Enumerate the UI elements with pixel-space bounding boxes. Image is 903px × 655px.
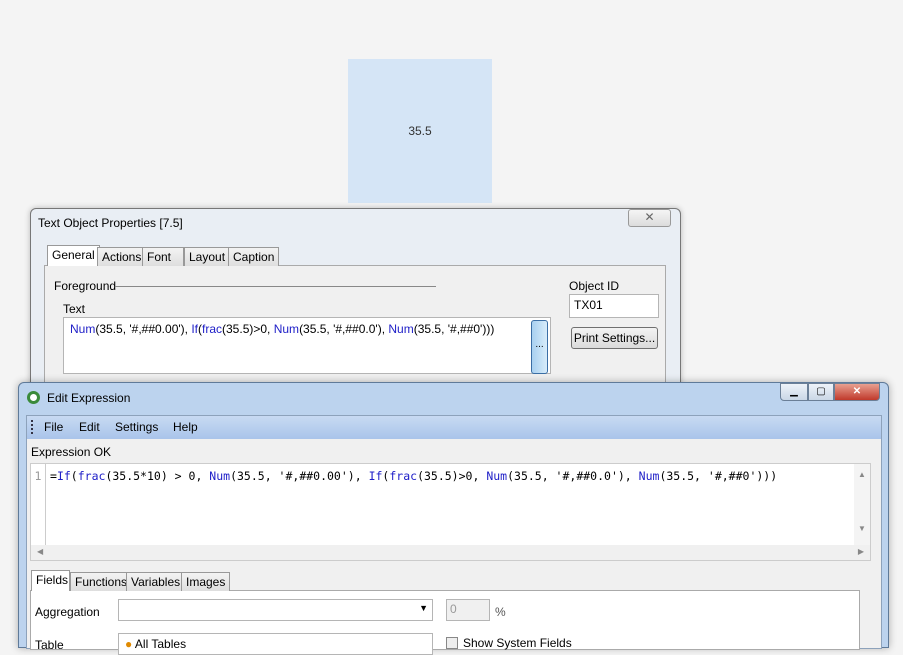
- table-label: Table: [35, 638, 64, 652]
- edit-expression-window: Edit Expression ▁ ▢ ✕ File Edit Settings…: [18, 382, 889, 655]
- function-token: frac: [77, 469, 106, 483]
- expression-token: (35.5)>0,: [417, 469, 487, 483]
- divider: [115, 286, 436, 287]
- expression-token: (35.5, '#,##0.0'),: [299, 322, 389, 336]
- tab-general[interactable]: General: [47, 245, 100, 266]
- menu-settings[interactable]: Settings: [115, 420, 158, 434]
- qlikview-logo-icon: [27, 391, 40, 404]
- menu-bar: File Edit Settings Help: [27, 416, 881, 439]
- aggregation-select[interactable]: ▼: [118, 599, 433, 621]
- close-button[interactable]: ✕: [628, 209, 671, 227]
- aggregation-label: Aggregation: [35, 605, 100, 619]
- function-token: Num: [388, 322, 414, 336]
- window-title: Edit Expression: [47, 391, 131, 405]
- expression-token: (35.5, '#,##0.00'),: [95, 322, 192, 336]
- tab-layout[interactable]: Layout: [184, 247, 231, 266]
- expression-token: (35.5, '#,##0.0'),: [507, 469, 639, 483]
- tab-actions[interactable]: Actions: [97, 247, 147, 266]
- expression-token: (35.5*10) > 0,: [105, 469, 210, 483]
- table-icon: ●: [125, 637, 133, 651]
- show-system-fields-checkbox[interactable]: [446, 637, 458, 649]
- close-button[interactable]: ✕: [834, 383, 880, 401]
- line-number: 1: [31, 464, 46, 546]
- tab-fields[interactable]: Fields: [31, 570, 70, 591]
- general-tab-panel: General Actions Font Layout Caption Fore…: [44, 245, 666, 399]
- tab-functions[interactable]: Functions: [70, 572, 133, 591]
- text-object-properties-dialog: Text Object Properties [7.5] ✕ General A…: [30, 208, 681, 399]
- expression-editor[interactable]: 1 =If(frac(35.5*10) > 0, Num(35.5, '#,##…: [30, 463, 871, 561]
- function-token: If: [56, 469, 71, 483]
- table-value: All Tables: [134, 637, 187, 651]
- function-token: frac: [202, 322, 223, 336]
- expression-text[interactable]: =If(frac(35.5*10) > 0, Num(35.5, '#,##0.…: [50, 469, 777, 483]
- function-token: If: [191, 322, 198, 336]
- window-body: File Edit Settings Help Expression OK 1 …: [26, 415, 882, 655]
- object-id-input[interactable]: TX01: [569, 294, 659, 318]
- expression-token: (: [70, 469, 78, 483]
- fields-tab-panel: Fields Functions Variables Images Aggreg…: [30, 570, 860, 655]
- text-object[interactable]: 35.5: [348, 59, 492, 203]
- expression-token: (35.5, '#,##0'))): [659, 469, 778, 483]
- edit-expression-button[interactable]: ...: [531, 320, 548, 374]
- foreground-label: Foreground: [54, 279, 117, 293]
- expression-token: (35.5, '#,##0'))): [413, 322, 495, 336]
- dialog-title: Text Object Properties [7.5]: [38, 216, 183, 230]
- function-token: Num: [638, 469, 660, 483]
- table-select[interactable]: ● All Tables: [118, 633, 433, 655]
- tab-images[interactable]: Images: [181, 572, 231, 591]
- scroll-left-icon[interactable]: ◀: [37, 547, 43, 558]
- print-settings-button[interactable]: Print Settings...: [571, 327, 658, 349]
- function-token: Num: [273, 322, 300, 336]
- expression-token: (35.5)>0,: [222, 322, 274, 336]
- menu-help[interactable]: Help: [173, 420, 198, 434]
- percent-unit: %: [495, 605, 506, 619]
- text-object-value: 35.5: [408, 124, 432, 138]
- horizontal-scrollbar[interactable]: ◀ ▶: [31, 545, 870, 560]
- object-id-label: Object ID: [569, 279, 620, 293]
- tab-variables[interactable]: Variables: [126, 572, 186, 591]
- function-token: Num: [486, 469, 508, 483]
- percent-input[interactable]: 0: [446, 599, 490, 621]
- expression-status: Expression OK: [31, 445, 112, 459]
- minimize-button[interactable]: ▁: [780, 383, 808, 401]
- expression-token: (35.5, '#,##0.00'),: [230, 469, 369, 483]
- grip-icon: [31, 420, 33, 434]
- vertical-scrollbar[interactable]: ▲ ▼: [854, 464, 870, 546]
- text-label: Text: [63, 302, 86, 316]
- chevron-down-icon: ▼: [419, 603, 428, 613]
- menu-file[interactable]: File: [44, 420, 63, 434]
- scroll-right-icon[interactable]: ▶: [858, 547, 864, 558]
- tab-font[interactable]: Font: [142, 247, 184, 266]
- text-field[interactable]: Num(35.5, '#,##0.00'), If(frac(35.5)>0, …: [63, 317, 551, 374]
- function-token: Num: [70, 322, 96, 336]
- tab-caption[interactable]: Caption: [228, 247, 280, 266]
- expression-token: =: [50, 469, 57, 483]
- function-token: frac: [389, 469, 418, 483]
- menu-edit[interactable]: Edit: [79, 420, 100, 434]
- function-token: If: [368, 469, 383, 483]
- maximize-button[interactable]: ▢: [808, 383, 834, 401]
- function-token: Num: [209, 469, 231, 483]
